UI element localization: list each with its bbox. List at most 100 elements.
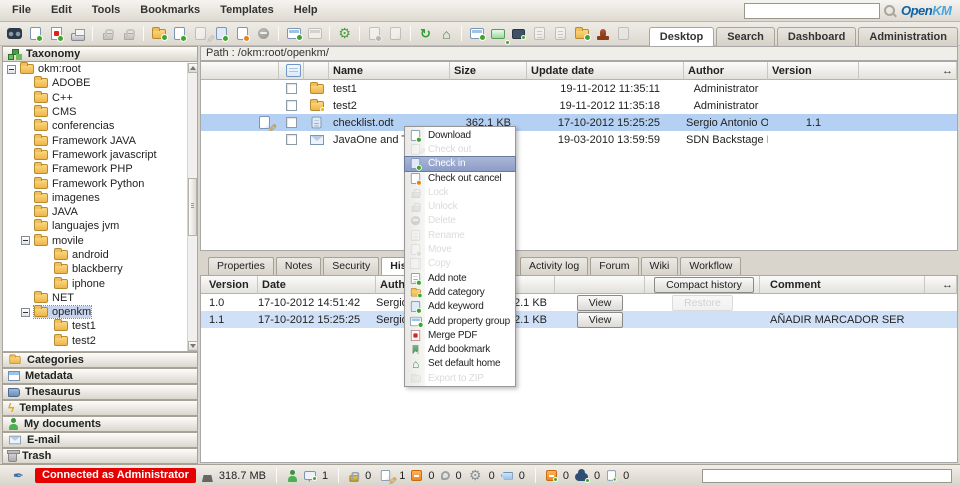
checkout-icon[interactable] bbox=[377, 466, 393, 485]
news-icon[interactable] bbox=[607, 470, 616, 480]
column-select[interactable] bbox=[279, 62, 304, 80]
chat-icon[interactable] bbox=[304, 471, 316, 480]
menu-tools[interactable]: Tools bbox=[82, 0, 131, 21]
row-checkbox[interactable] bbox=[286, 117, 297, 128]
select-all-icon[interactable] bbox=[286, 64, 301, 77]
column-date[interactable]: Date bbox=[258, 276, 376, 294]
add-subscription-icon[interactable] bbox=[364, 24, 385, 43]
tab-notes[interactable]: Notes bbox=[276, 257, 321, 275]
export-zip-icon[interactable] bbox=[571, 24, 592, 43]
menu-item-add-category[interactable]: Add category bbox=[405, 285, 515, 299]
menu-item-rename[interactable]: Rename bbox=[405, 228, 515, 242]
edit-document-icon[interactable] bbox=[190, 24, 211, 43]
delete-icon[interactable] bbox=[253, 24, 274, 43]
column-version[interactable]: Version bbox=[768, 62, 859, 80]
menu-item-copy[interactable]: Copy bbox=[405, 257, 515, 271]
tree-item[interactable]: languajes jvm bbox=[3, 219, 197, 233]
status-input[interactable] bbox=[702, 469, 952, 483]
scroll-down-icon[interactable] bbox=[188, 341, 198, 351]
start-workflow-icon[interactable] bbox=[334, 24, 355, 43]
tree-item[interactable]: NET bbox=[3, 291, 197, 305]
scroll-up-icon[interactable] bbox=[188, 63, 198, 73]
panel-my-documents[interactable]: My documents bbox=[2, 416, 198, 432]
panel-templates[interactable]: ϟTemplates bbox=[2, 400, 198, 416]
quick-search-input[interactable] bbox=[744, 3, 880, 19]
create-folder-icon[interactable] bbox=[148, 24, 169, 43]
menu-item-add-property-group[interactable]: Add property group bbox=[405, 314, 515, 328]
panel-email[interactable]: E-mail bbox=[2, 432, 198, 448]
lock-icon[interactable] bbox=[97, 24, 118, 43]
export-document-icon[interactable] bbox=[529, 24, 550, 43]
menu-item-lock[interactable]: Lock bbox=[405, 185, 515, 199]
row-checkbox[interactable] bbox=[286, 83, 297, 94]
tab-administration[interactable]: Administration bbox=[858, 27, 958, 46]
tree-item[interactable]: Framework Python bbox=[3, 176, 197, 190]
tree-item[interactable]: test1 bbox=[3, 319, 197, 333]
tree-item[interactable]: CMS bbox=[3, 105, 197, 119]
menu-item-check-out-cancel[interactable]: Check out cancel bbox=[405, 171, 515, 185]
file-row-selected[interactable]: checklist.odt 362.1 KB 17-10-2012 15:25:… bbox=[201, 114, 957, 131]
menu-item-export-to-zip[interactable]: Export to ZIP bbox=[405, 371, 515, 385]
panel-trash[interactable]: Trash bbox=[2, 448, 198, 464]
export-chart-icon[interactable] bbox=[550, 24, 571, 43]
menu-item-unlock[interactable]: Unlock bbox=[405, 199, 515, 213]
tab-wiki[interactable]: Wiki bbox=[641, 257, 679, 275]
collapse-icon[interactable] bbox=[21, 308, 30, 317]
panel-thesaurus[interactable]: Thesaurus bbox=[2, 384, 198, 400]
tree-item[interactable]: conferencias bbox=[3, 119, 197, 133]
column-type[interactable] bbox=[304, 62, 329, 80]
tab-dashboard[interactable]: Dashboard bbox=[777, 27, 856, 46]
cloud-icon[interactable] bbox=[575, 473, 588, 481]
tab-workflow[interactable]: Workflow bbox=[680, 257, 741, 275]
column-resize-icon[interactable] bbox=[859, 62, 957, 80]
tree-item[interactable]: android bbox=[3, 248, 197, 262]
menu-item-add-bookmark[interactable]: Add bookmark bbox=[405, 342, 515, 356]
horizontal-split-icon[interactable] bbox=[466, 24, 487, 43]
tree-item[interactable]: iphone bbox=[3, 276, 197, 290]
uploader-icon[interactable] bbox=[508, 24, 529, 43]
print-icon[interactable] bbox=[67, 24, 88, 43]
tree-item[interactable]: okm:root bbox=[3, 62, 197, 76]
column-update-date[interactable]: Update date bbox=[527, 62, 684, 80]
download-document-icon[interactable] bbox=[25, 24, 46, 43]
collapse-icon[interactable] bbox=[7, 65, 16, 74]
view-button[interactable]: View bbox=[577, 312, 624, 328]
tab-properties[interactable]: Properties bbox=[208, 257, 274, 275]
column-view[interactable] bbox=[555, 276, 645, 294]
add-document-icon[interactable] bbox=[169, 24, 190, 43]
panel-categories[interactable]: Categories bbox=[2, 352, 198, 368]
panel-metadata[interactable]: Metadata bbox=[2, 368, 198, 384]
tree-item[interactable]: Framework JAVA bbox=[3, 133, 197, 147]
history-row-selected[interactable]: 1.1 17-10-2012 15:25:25 Sergio Antonio 3… bbox=[201, 311, 957, 328]
tree-item[interactable]: movile bbox=[3, 234, 197, 248]
compact-history-button[interactable]: Compact history bbox=[654, 277, 754, 293]
scanner-icon[interactable] bbox=[487, 24, 508, 43]
add-property-group-icon[interactable] bbox=[283, 24, 304, 43]
column-author[interactable]: Author bbox=[684, 62, 768, 80]
file-row[interactable]: JavaOne and T 19-03-2010 13:59:59 SDN Ba… bbox=[201, 131, 957, 148]
check-in-icon[interactable] bbox=[211, 24, 232, 43]
attachment-icon[interactable] bbox=[441, 471, 450, 480]
tree-item[interactable]: Framework PHP bbox=[3, 162, 197, 176]
tree-item[interactable]: ADOBE bbox=[3, 76, 197, 90]
tag-icon[interactable] bbox=[501, 472, 513, 480]
menu-item-check-out[interactable]: Check out bbox=[405, 142, 515, 156]
menu-help[interactable]: Help bbox=[284, 0, 328, 21]
row-checkbox[interactable] bbox=[286, 100, 297, 111]
cancel-checkout-icon[interactable] bbox=[232, 24, 253, 43]
tree-item[interactable]: C++ bbox=[3, 91, 197, 105]
panel-taxonomy[interactable]: Taxonomy bbox=[2, 46, 198, 62]
tab-forum[interactable]: Forum bbox=[590, 257, 638, 275]
column-resize-icon[interactable] bbox=[925, 276, 957, 294]
column-name[interactable]: Name bbox=[329, 62, 450, 80]
remove-subscription-icon[interactable] bbox=[385, 24, 406, 43]
menu-bookmarks[interactable]: Bookmarks bbox=[130, 0, 210, 21]
tree-scrollbar[interactable] bbox=[187, 63, 197, 351]
lock-icon[interactable] bbox=[350, 475, 359, 481]
download-queue-icon[interactable] bbox=[546, 470, 557, 481]
search-icon[interactable] bbox=[884, 5, 897, 18]
tree-item[interactable]: test2 bbox=[3, 334, 197, 348]
tab-activity-log[interactable]: Activity log bbox=[520, 257, 588, 275]
menu-item-add-note[interactable]: Add note bbox=[405, 271, 515, 285]
tab-desktop[interactable]: Desktop bbox=[649, 27, 714, 46]
